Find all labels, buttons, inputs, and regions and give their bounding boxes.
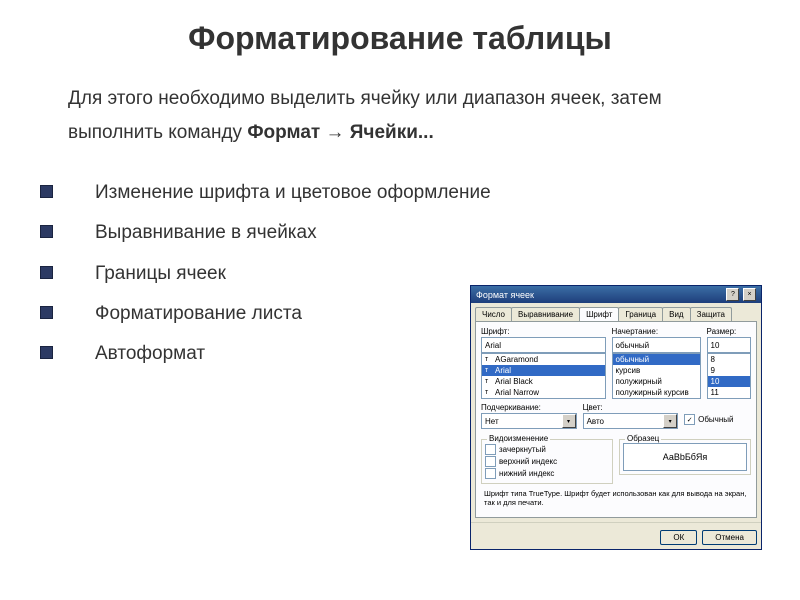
super-checkbox[interactable]: верхний индекс — [485, 456, 609, 467]
close-icon[interactable]: × — [743, 288, 756, 301]
size-input[interactable]: 10 — [707, 337, 751, 353]
dialog-panel: Шрифт: Arial ᴛAGaramond ᴛArial ᴛArial Bl… — [475, 321, 757, 518]
truetype-icon: ᴛ — [485, 367, 493, 375]
font-input[interactable]: Arial — [481, 337, 606, 353]
ok-button[interactable]: ОК — [660, 530, 697, 545]
normal-checkbox[interactable]: ✓Обычный — [684, 414, 751, 425]
page-title: Форматирование таблицы — [40, 20, 760, 57]
hint-text: Шрифт типа TrueType. Шрифт будет использ… — [484, 489, 748, 507]
tab-border[interactable]: Граница — [618, 307, 663, 321]
bullet-icon — [40, 306, 53, 319]
cancel-button[interactable]: Отмена — [702, 530, 757, 545]
color-combo[interactable]: Авто▾ — [583, 413, 679, 429]
sub-checkbox[interactable]: нижний индекс — [485, 468, 609, 479]
effects-group: Видоизменение зачеркнутый верхний индекс… — [481, 439, 613, 484]
chevron-down-icon: ▾ — [663, 414, 677, 428]
help-icon[interactable]: ? — [726, 288, 739, 301]
dialog-titlebar[interactable]: Формат ячеек ? × — [471, 286, 761, 303]
font-listbox[interactable]: ᴛAGaramond ᴛArial ᴛArial Black ᴛArial Na… — [481, 353, 606, 399]
style-listbox[interactable]: обычный курсив полужирный полужирный кур… — [612, 353, 701, 399]
dialog-tabs: Число Выравнивание Шрифт Граница Вид Защ… — [471, 303, 761, 321]
underline-combo[interactable]: Нет▾ — [481, 413, 577, 429]
style-label: Начертание: — [612, 327, 701, 336]
bullet-icon — [40, 185, 53, 198]
tab-view[interactable]: Вид — [662, 307, 690, 321]
list-item: Изменение шрифта и цветовое оформление — [40, 175, 760, 211]
format-cells-dialog: Формат ячеек ? × Число Выравнивание Шриф… — [470, 285, 762, 550]
tab-alignment[interactable]: Выравнивание — [511, 307, 580, 321]
truetype-icon: ᴛ — [485, 356, 493, 364]
truetype-icon: ᴛ — [485, 389, 493, 397]
preview-group: Образец АаВbБбЯя — [619, 439, 751, 475]
underline-label: Подчеркивание: — [481, 403, 577, 412]
font-label: Шрифт: — [481, 327, 606, 336]
bullet-icon — [40, 225, 53, 238]
tab-number[interactable]: Число — [475, 307, 512, 321]
color-label: Цвет: — [583, 403, 679, 412]
strike-checkbox[interactable]: зачеркнутый — [485, 444, 609, 455]
tab-protection[interactable]: Защита — [690, 307, 732, 321]
list-item: Выравнивание в ячейках — [40, 215, 760, 251]
dialog-title: Формат ячеек — [476, 290, 534, 300]
size-listbox[interactable]: 8 9 10 11 — [707, 353, 751, 399]
preview-box: АаВbБбЯя — [623, 443, 747, 471]
bullet-icon — [40, 266, 53, 279]
truetype-icon: ᴛ — [485, 378, 493, 386]
bullet-icon — [40, 346, 53, 359]
intro-text: Для этого необходимо выделить ячейку или… — [40, 82, 760, 150]
chevron-down-icon: ▾ — [562, 414, 576, 428]
tab-font[interactable]: Шрифт — [579, 307, 619, 321]
style-input[interactable]: обычный — [612, 337, 701, 353]
size-label: Размер: — [707, 327, 751, 336]
